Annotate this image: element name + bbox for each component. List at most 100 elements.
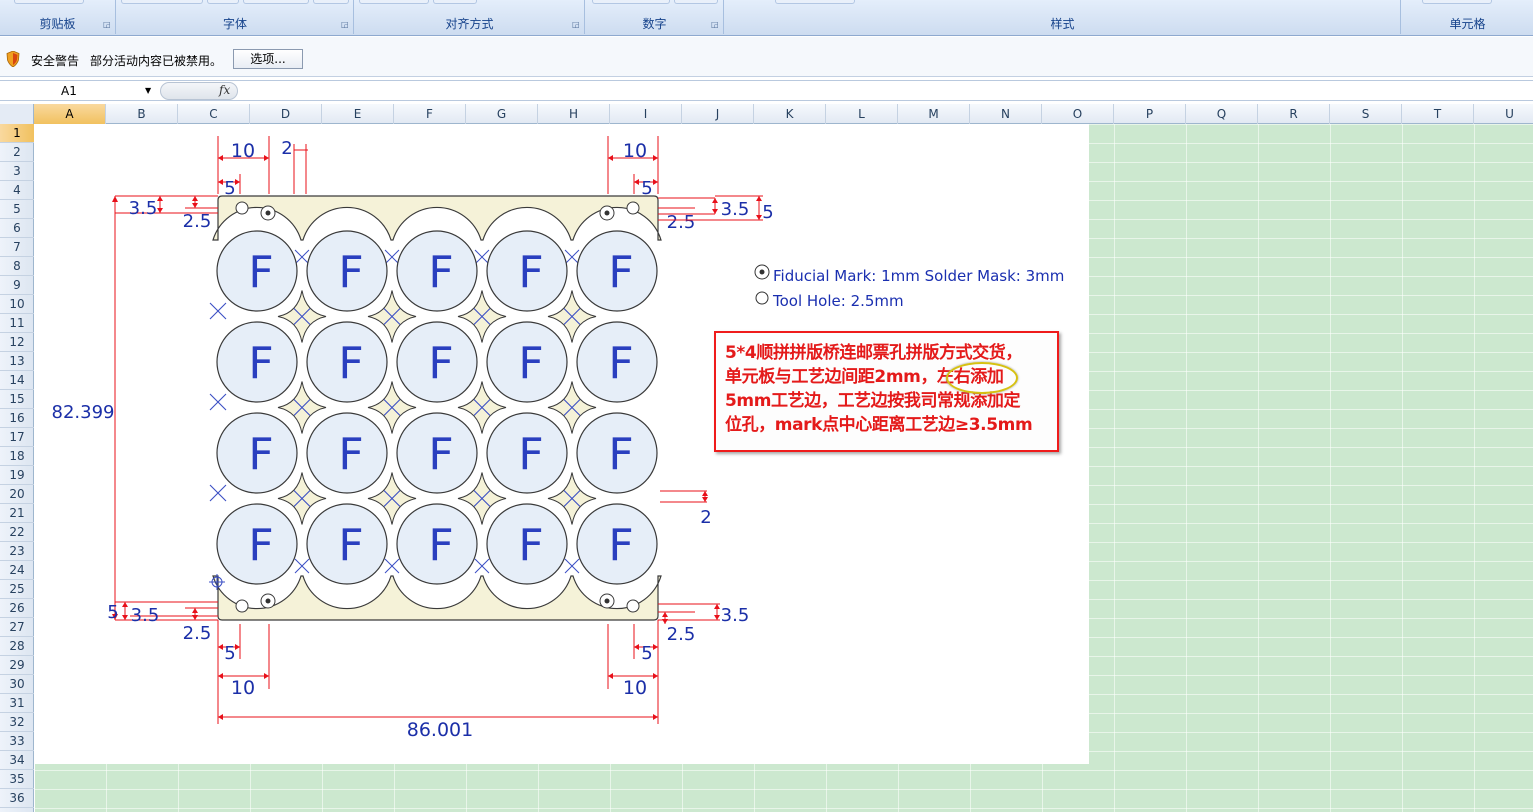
dialog-launcher-icon[interactable]: ◲ — [711, 21, 720, 30]
row-header-18[interactable]: 18 — [0, 447, 34, 466]
font-name-stub[interactable] — [121, 0, 203, 4]
row-header-12[interactable]: 12 — [0, 333, 34, 352]
row-header-20[interactable]: 20 — [0, 485, 34, 504]
row-header-31[interactable]: 31 — [0, 694, 34, 713]
row-header-15[interactable]: 15 — [0, 390, 34, 409]
column-header-i[interactable]: I — [610, 104, 682, 124]
row-header-10[interactable]: 10 — [0, 295, 34, 314]
row-header-24[interactable]: 24 — [0, 561, 34, 580]
column-header-h[interactable]: H — [538, 104, 610, 124]
column-header-e[interactable]: E — [322, 104, 394, 124]
dimension-label: 3.5 — [131, 605, 160, 626]
row-header-22[interactable]: 22 — [0, 523, 34, 542]
row-header-5[interactable]: 5 — [0, 200, 34, 219]
select-all-corner[interactable] — [0, 104, 34, 124]
legend-tool-hole-text: Tool Hole: 2.5mm — [772, 292, 904, 310]
name-box[interactable]: A1 — [0, 82, 158, 100]
row-header-13[interactable]: 13 — [0, 352, 34, 371]
row-header-21[interactable]: 21 — [0, 504, 34, 523]
unit-board-label: F — [248, 247, 273, 298]
table-format-stub[interactable] — [775, 0, 855, 4]
column-header-n[interactable]: N — [970, 104, 1042, 124]
unit-board-label: F — [248, 338, 273, 389]
stamp-hole-cross — [294, 249, 310, 265]
row-header-6[interactable]: 6 — [0, 219, 34, 238]
column-header-m[interactable]: M — [898, 104, 970, 124]
unit-board-label: F — [518, 247, 543, 298]
formula-input[interactable] — [240, 82, 1530, 100]
row-header-11[interactable]: 11 — [0, 314, 34, 333]
row-header-3[interactable]: 3 — [0, 162, 34, 181]
dialog-launcher-icon[interactable]: ◲ — [103, 21, 112, 30]
row-header-27[interactable]: 27 — [0, 618, 34, 637]
row-header-32[interactable]: 32 — [0, 713, 34, 732]
ribbon-group-label: 样式 — [1050, 17, 1075, 31]
column-header-p[interactable]: P — [1114, 104, 1186, 124]
dialog-launcher-icon[interactable]: ◲ — [341, 21, 350, 30]
row-header-34[interactable]: 34 — [0, 751, 34, 770]
row-header-35[interactable]: 35 — [0, 770, 34, 789]
row-header-23[interactable]: 23 — [0, 542, 34, 561]
options-button[interactable]: 选项... — [233, 49, 303, 69]
font-color-stub[interactable] — [313, 0, 349, 4]
row-header-28[interactable]: 28 — [0, 637, 34, 656]
column-header-l[interactable]: L — [826, 104, 898, 124]
row-header-30[interactable]: 30 — [0, 675, 34, 694]
number-stub[interactable] — [674, 0, 718, 4]
ribbon-control-stub[interactable] — [14, 0, 84, 4]
name-box-dropdown-icon[interactable]: ▼ — [145, 84, 155, 98]
arrowhead — [192, 203, 198, 208]
row-header-14[interactable]: 14 — [0, 371, 34, 390]
row-header-4[interactable]: 4 — [0, 181, 34, 200]
row-header-36[interactable]: 36 — [0, 789, 34, 808]
arrowhead — [756, 196, 762, 201]
merge-stub[interactable] — [433, 0, 477, 4]
dialog-launcher-icon[interactable]: ◲ — [572, 21, 581, 30]
column-header-a[interactable]: A — [34, 104, 106, 124]
cells-stub[interactable] — [1422, 0, 1492, 4]
font-style-stub[interactable] — [243, 0, 309, 4]
formula-bar: A1 ▼ fx — [0, 80, 1533, 101]
column-header-c[interactable]: C — [178, 104, 250, 124]
dimension-label: 10 — [231, 677, 255, 699]
row-header-8[interactable]: 8 — [0, 257, 34, 276]
dimension-label: 10 — [231, 140, 255, 162]
font-size-stub[interactable] — [207, 0, 239, 4]
column-header-k[interactable]: K — [754, 104, 826, 124]
row-header-2[interactable]: 2 — [0, 143, 34, 162]
note-textbox[interactable]: 5*4顺拼拼版桥连邮票孔拼版方式交货， 单元板与工艺边间距2mm，左右添加 5m… — [714, 331, 1059, 452]
column-header-o[interactable]: O — [1042, 104, 1114, 124]
row-header-9[interactable]: 9 — [0, 276, 34, 295]
column-header-b[interactable]: B — [106, 104, 178, 124]
column-header-g[interactable]: G — [466, 104, 538, 124]
arrowhead — [218, 179, 223, 185]
column-header-s[interactable]: S — [1330, 104, 1402, 124]
stamp-hole-cross — [474, 249, 490, 265]
dimension-label: 3.5 — [721, 199, 750, 220]
column-header-f[interactable]: F — [394, 104, 466, 124]
row-header-33[interactable]: 33 — [0, 732, 34, 751]
insert-function-button[interactable]: fx — [160, 82, 238, 100]
column-header-q[interactable]: Q — [1186, 104, 1258, 124]
number-format-stub[interactable] — [592, 0, 670, 4]
tool-hole — [235, 201, 249, 215]
column-header-j[interactable]: J — [682, 104, 754, 124]
stamp-hole-cross — [474, 558, 490, 574]
column-header-r[interactable]: R — [1258, 104, 1330, 124]
column-header-d[interactable]: D — [250, 104, 322, 124]
row-header-16[interactable]: 16 — [0, 409, 34, 428]
dimension-label: 5 — [224, 643, 235, 664]
row-header-29[interactable]: 29 — [0, 656, 34, 675]
row-header-7[interactable]: 7 — [0, 238, 34, 257]
row-header-25[interactable]: 25 — [0, 580, 34, 599]
column-header-u[interactable]: U — [1474, 104, 1533, 124]
row-header-1[interactable]: 1 — [0, 124, 34, 143]
alignment-stub[interactable] — [359, 0, 429, 4]
unit-board-label: F — [428, 338, 453, 389]
row-header-26[interactable]: 26 — [0, 599, 34, 618]
row-header-19[interactable]: 19 — [0, 466, 34, 485]
legend-fiducial-text: Fiducial Mark: 1mm Solder Mask: 3mm — [773, 267, 1064, 285]
row-header-17[interactable]: 17 — [0, 428, 34, 447]
column-header-t[interactable]: T — [1402, 104, 1474, 124]
security-warning-title: 安全警告 — [31, 54, 80, 68]
